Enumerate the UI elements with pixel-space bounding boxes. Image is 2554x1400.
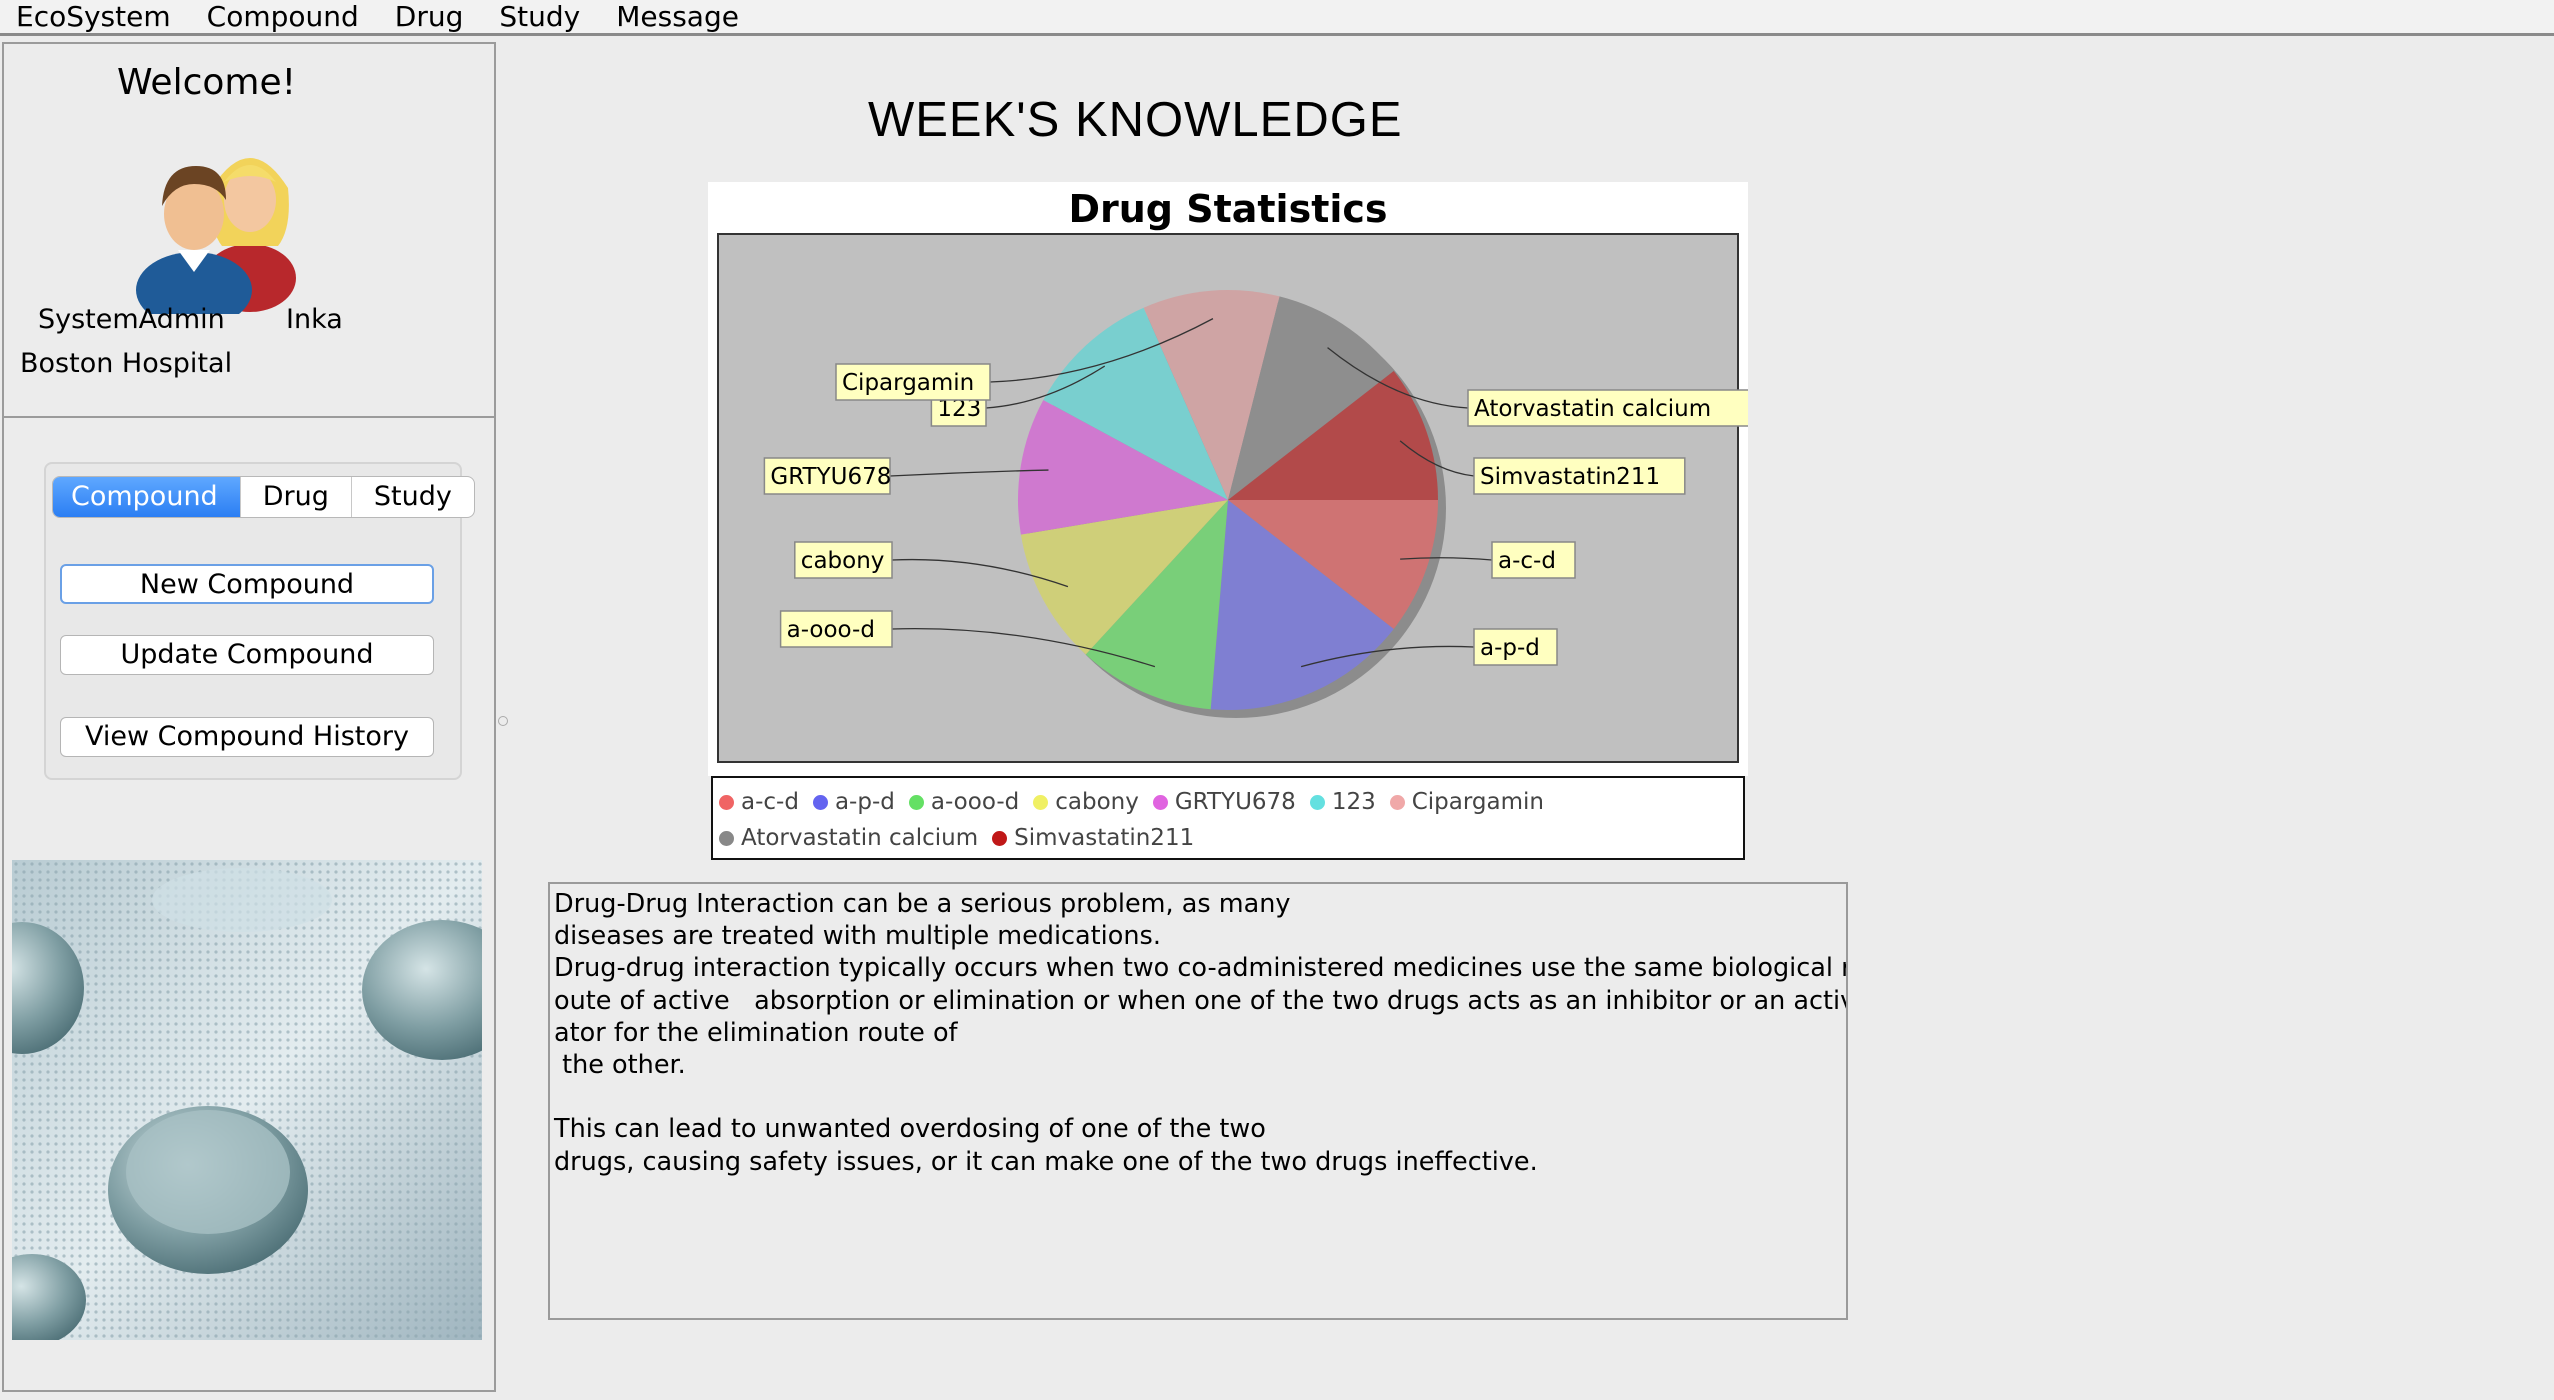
user-role-label: SystemAdmin <box>38 304 225 335</box>
legend-dot-icon <box>1033 794 1049 810</box>
legend-label: 123 <box>1331 789 1376 815</box>
menu-study[interactable]: Study <box>481 0 598 35</box>
legend-dot-icon <box>908 794 924 810</box>
splitter-handle[interactable] <box>498 716 508 726</box>
update-compound-button[interactable]: Update Compound <box>60 635 434 675</box>
page-title: WEEK'S KNOWLEDGE <box>868 93 1403 147</box>
legend-item: 123 <box>1309 784 1376 820</box>
welcome-title: Welcome! <box>116 62 297 103</box>
menu-drug[interactable]: Drug <box>377 0 482 35</box>
username-label: Inka <box>286 304 343 335</box>
tab-drug[interactable]: Drug <box>241 477 352 517</box>
legend-label: a-c-d <box>741 789 799 815</box>
chart-legend: a-c-d a-p-d a-ooo-d cabony GRTYU678 123 Ciparg… <box>711 776 1745 860</box>
tab-study[interactable]: Study <box>352 477 474 517</box>
legend-dot-icon <box>812 794 828 810</box>
legend-item: cabony <box>1033 784 1139 820</box>
slice-label: GRTYU678 <box>770 464 891 490</box>
menu-compound[interactable]: Compound <box>189 0 377 35</box>
menu-bar: EcoSystem Compound Drug Study Message <box>0 0 2554 36</box>
legend-item: Simvastatin211 <box>992 820 1194 856</box>
legend-dot-icon <box>1389 794 1405 810</box>
slice-label: a-ooo-d <box>787 617 875 643</box>
legend-item: a-c-d <box>719 784 799 820</box>
pie-chart-svg: Drug Statistics a-c-d a-p-d a-ooo-d cabony G… <box>708 182 1748 776</box>
organization-label: Boston Hospital <box>20 348 233 379</box>
legend-item: Cipargamin <box>1389 784 1544 820</box>
welcome-panel: Welcome! SystemAdmin Inka Boston Hospita… <box>4 44 494 418</box>
slice-label: cabony <box>801 548 885 574</box>
legend-label: Atorvastatin calcium <box>741 825 979 851</box>
slice-label: Cipargamin <box>842 370 974 396</box>
legend-label: GRTYU678 <box>1174 789 1296 815</box>
legend-dot-icon <box>992 830 1008 846</box>
menu-message[interactable]: Message <box>598 0 757 35</box>
menu-ecosystem[interactable]: EcoSystem <box>0 0 189 35</box>
slice-label: a-c-d <box>1498 548 1556 574</box>
slice-label: Simvastatin211 <box>1480 464 1660 490</box>
pills-image <box>12 860 482 1340</box>
legend-label: Cipargamin <box>1411 789 1544 815</box>
legend-item: GRTYU678 <box>1152 784 1296 820</box>
legend-item: a-p-d <box>812 784 895 820</box>
tab-compound[interactable]: Compound <box>53 477 241 517</box>
legend-label: a-ooo-d <box>930 789 1020 815</box>
legend-label: a-p-d <box>834 789 895 815</box>
legend-dot-icon <box>719 830 734 846</box>
slice-label: a-p-d <box>1480 635 1540 661</box>
legend-item: a-ooo-d <box>908 784 1020 820</box>
tab-bar: Compound Drug Study <box>52 476 475 518</box>
legend-label: Simvastatin211 <box>1014 825 1195 851</box>
legend-item: Atorvastatin calcium <box>719 820 978 856</box>
left-sidebar: Welcome! SystemAdmin Inka Boston Hospita… <box>2 42 496 1392</box>
legend-label: cabony <box>1055 789 1139 815</box>
drug-statistics-chart: Drug Statistics a-c-d a-p-d a-ooo-d cabony G… <box>708 182 1748 862</box>
users-icon <box>136 158 296 314</box>
chart-title: Drug Statistics <box>1068 187 1387 231</box>
slice-label: Atorvastatin calcium <box>1474 396 1711 422</box>
view-compound-history-button[interactable]: View Compound History <box>60 717 434 757</box>
legend-dot-icon <box>719 794 734 810</box>
new-compound-button[interactable]: New Compound <box>60 564 434 604</box>
drug-interaction-info: Drug-Drug Interaction can be a serious p… <box>548 882 1848 1320</box>
legend-dot-icon <box>1309 794 1325 810</box>
legend-dot-icon <box>1152 794 1168 810</box>
